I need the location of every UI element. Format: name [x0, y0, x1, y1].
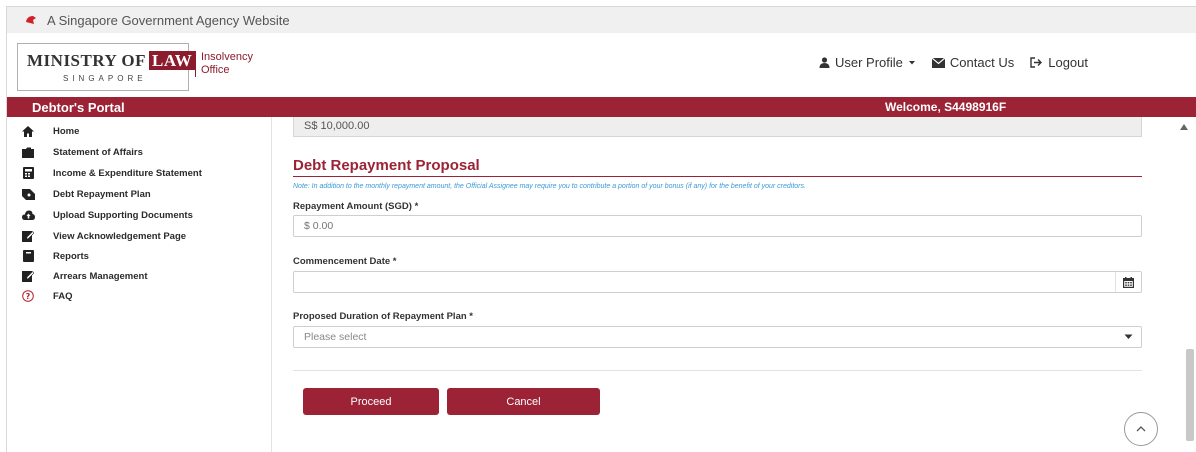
- repayment-amount-input[interactable]: [293, 215, 1142, 237]
- site-header: MINISTRY OF LAW SINGAPORE Insolvency Offi…: [7, 33, 1196, 97]
- svg-text:?: ?: [26, 292, 31, 301]
- calendar-icon: [1123, 276, 1134, 288]
- folder-icon: [21, 145, 35, 159]
- sidebar-item-label: Upload Supporting Documents: [53, 209, 193, 221]
- sidebar-item-home[interactable]: Home: [21, 122, 79, 140]
- proceed-button[interactable]: Proceed: [303, 388, 439, 415]
- book-icon: [21, 249, 35, 263]
- duration-selected-value: Please select: [304, 331, 367, 343]
- caret-down-icon: [908, 60, 915, 64]
- ministry-of-law-logo[interactable]: MINISTRY OF LAW SINGAPORE Insolvency Offi…: [17, 43, 257, 91]
- commencement-date-label: Commencement Date *: [293, 256, 397, 267]
- scroll-up-icon[interactable]: [1179, 123, 1189, 131]
- cloud-upload-icon: [21, 208, 35, 222]
- sidebar-item-label: Income & Expenditure Statement: [53, 167, 202, 179]
- sidebar-item-label: Debt Repayment Plan: [53, 188, 151, 200]
- sidebar-item-reports[interactable]: Reports: [21, 247, 89, 265]
- sidebar-nav: Home Statement of Affairs Income & Expen…: [7, 117, 271, 452]
- chevron-up-icon: [1136, 426, 1146, 432]
- sidebar-item-income-expenditure[interactable]: Income & Expenditure Statement: [21, 164, 202, 182]
- portal-bar: Debtor's Portal Welcome, S4498916F: [7, 97, 1196, 117]
- money-icon: [21, 187, 35, 201]
- form-divider: [293, 370, 1142, 371]
- logo-box: MINISTRY OF LAW SINGAPORE: [17, 43, 196, 91]
- duration-label: Proposed Duration of Repayment Plan *: [293, 311, 473, 322]
- page-scrollbar[interactable]: [1175, 117, 1196, 452]
- government-masthead: A Singapore Government Agency Website: [7, 7, 1196, 33]
- sidebar-item-label: Home: [53, 125, 80, 137]
- section-divider: [293, 176, 1142, 177]
- logo-highlight: LAW: [149, 51, 196, 70]
- sidebar-item-arrears-management[interactable]: Arrears Management: [21, 267, 148, 285]
- logo-side-text: Insolvency Office: [195, 51, 253, 77]
- section-title: Debt Repayment Proposal: [293, 157, 480, 174]
- sidebar-item-label: Statement of Affairs: [53, 146, 143, 158]
- logo-prefix: MINISTRY OF: [27, 51, 147, 70]
- portal-title: Debtor's Portal: [32, 100, 125, 115]
- main-content: S$ 10,000.00 Debt Repayment Proposal Not…: [271, 117, 1175, 452]
- logo-subtitle: SINGAPORE: [63, 74, 147, 83]
- commencement-date-input[interactable]: [293, 271, 1142, 293]
- user-profile-label: User Profile: [835, 55, 903, 70]
- sidebar-item-view-acknowledgement[interactable]: View Acknowledgement Page: [21, 227, 186, 245]
- scrollbar-thumb[interactable]: [1186, 349, 1194, 441]
- lion-head-icon: [26, 16, 36, 24]
- user-profile-menu[interactable]: User Profile: [819, 55, 916, 70]
- sidebar-item-label: Arrears Management: [53, 270, 148, 282]
- edit-document-icon: [21, 269, 35, 283]
- contact-us-label: Contact Us: [949, 55, 1015, 70]
- sidebar-item-label: View Acknowledgement Page: [53, 230, 187, 242]
- sidebar-item-statement-of-affairs[interactable]: Statement of Affairs: [21, 143, 143, 161]
- sign-out-icon: [1030, 57, 1043, 68]
- masthead-text: A Singapore Government Agency Website: [47, 12, 290, 28]
- bonus-note: Note: In addition to the monthly repayme…: [293, 183, 806, 190]
- duration-dropdown-toggle[interactable]: [1115, 327, 1141, 347]
- envelope-icon: [931, 57, 945, 68]
- calculator-icon: [21, 166, 35, 180]
- contact-us-link[interactable]: Contact Us: [931, 55, 1015, 70]
- logout-label: Logout: [1048, 55, 1088, 70]
- question-circle-icon: ?: [21, 289, 35, 303]
- home-icon: [21, 124, 35, 138]
- repayment-amount-label: Repayment Amount (SGD) *: [293, 201, 419, 212]
- user-icon: [819, 57, 830, 68]
- logo-main-text: MINISTRY OF LAW: [27, 51, 196, 71]
- cancel-button[interactable]: Cancel: [447, 388, 600, 415]
- sidebar-item-label: Reports: [53, 250, 89, 262]
- previous-amount-field: S$ 10,000.00: [293, 117, 1142, 137]
- duration-select[interactable]: Please select: [293, 326, 1142, 348]
- sidebar-item-label: FAQ: [53, 290, 73, 302]
- sidebar-item-faq[interactable]: ? FAQ: [21, 287, 73, 305]
- calendar-button[interactable]: [1115, 272, 1141, 292]
- header-nav: User Profile Contact Us Logout: [819, 55, 1088, 70]
- sidebar-item-debt-repayment-plan[interactable]: Debt Repayment Plan: [21, 185, 151, 203]
- sidebar-item-upload-documents[interactable]: Upload Supporting Documents: [21, 206, 193, 224]
- logout-link[interactable]: Logout: [1030, 55, 1088, 70]
- caret-down-icon: [1124, 334, 1132, 339]
- welcome-message: Welcome, S4498916F: [885, 100, 1007, 114]
- back-to-top-button[interactable]: [1124, 412, 1158, 446]
- edit-document-icon: [21, 229, 35, 243]
